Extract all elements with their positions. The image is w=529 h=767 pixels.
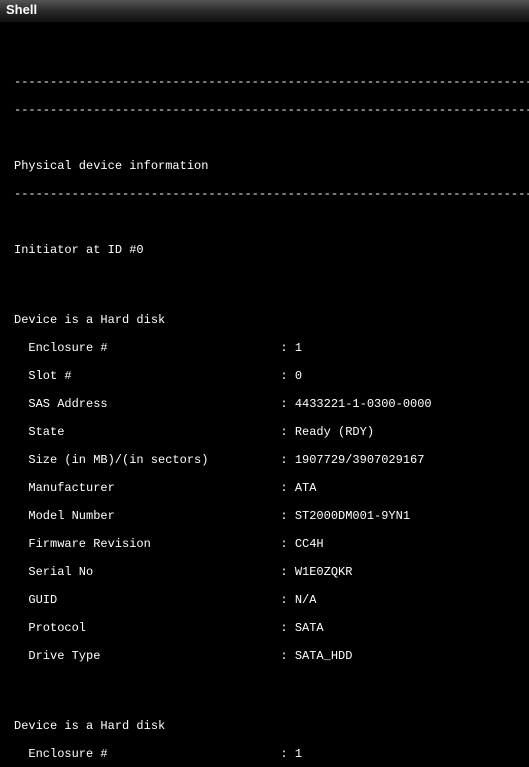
field-sep: : xyxy=(280,369,294,383)
field-label: Protocol xyxy=(28,621,280,635)
field-label: Enclosure # xyxy=(28,747,280,761)
window-title: Shell xyxy=(6,2,37,17)
section-heading: Physical device information xyxy=(14,159,515,173)
field-sep: : xyxy=(280,341,294,355)
hr-line: ----------------------------------------… xyxy=(14,75,515,89)
field-label: Model Number xyxy=(28,509,280,523)
table-row: SAS Address: 4433221-1-0300-0000 xyxy=(14,397,515,411)
field-value: 4433221-1-0300-0000 xyxy=(295,397,432,411)
field-label: Serial No xyxy=(28,565,280,579)
hr-line: ----------------------------------------… xyxy=(14,187,515,201)
field-label: State xyxy=(28,425,280,439)
field-value: CC4H xyxy=(295,537,324,551)
table-row: Protocol: SATA xyxy=(14,621,515,635)
field-label: Firmware Revision xyxy=(28,537,280,551)
field-sep: : xyxy=(280,425,294,439)
field-sep: : xyxy=(280,397,294,411)
field-value: 1 xyxy=(295,341,302,355)
field-value: SATA xyxy=(295,621,324,635)
device-heading: Device is a Hard disk xyxy=(14,719,515,733)
field-label: GUID xyxy=(28,593,280,607)
field-sep: : xyxy=(280,649,294,663)
field-sep: : xyxy=(280,621,294,635)
field-value: W1E0ZQKR xyxy=(295,565,353,579)
window-titlebar: Shell xyxy=(0,0,529,23)
table-row: GUID: N/A xyxy=(14,593,515,607)
table-row: Size (in MB)/(in sectors): 1907729/39070… xyxy=(14,453,515,467)
field-value: ST2000DM001-9YN1 xyxy=(295,509,410,523)
field-label: Manufacturer xyxy=(28,481,280,495)
field-sep: : xyxy=(280,481,294,495)
field-value: ATA xyxy=(295,481,317,495)
field-label: SAS Address xyxy=(28,397,280,411)
table-row: State: Ready (RDY) xyxy=(14,425,515,439)
field-value: N/A xyxy=(295,593,317,607)
table-row: Model Number: ST2000DM001-9YN1 xyxy=(14,509,515,523)
table-row: Firmware Revision: CC4H xyxy=(14,537,515,551)
field-sep: : xyxy=(280,593,294,607)
field-value: 0 xyxy=(295,369,302,383)
field-sep: : xyxy=(280,453,294,467)
field-label: Slot # xyxy=(28,369,280,383)
hr-line: ----------------------------------------… xyxy=(14,103,515,117)
table-row: Manufacturer: ATA xyxy=(14,481,515,495)
table-row: Drive Type: SATA_HDD xyxy=(14,649,515,663)
initiator-line: Initiator at ID #0 xyxy=(14,243,515,257)
table-row: Serial No: W1E0ZQKR xyxy=(14,565,515,579)
field-value: 1 xyxy=(295,747,302,761)
table-row: Enclosure #: 1 xyxy=(14,341,515,355)
field-value: SATA_HDD xyxy=(295,649,353,663)
field-value: Ready (RDY) xyxy=(295,425,374,439)
field-sep: : xyxy=(280,537,294,551)
field-sep: : xyxy=(280,565,294,579)
field-sep: : xyxy=(280,509,294,523)
field-label: Size (in MB)/(in sectors) xyxy=(28,453,280,467)
terminal-output: ----------------------------------------… xyxy=(0,23,529,767)
field-value: 1907729/3907029167 xyxy=(295,453,425,467)
table-row: Slot #: 0 xyxy=(14,369,515,383)
device-heading: Device is a Hard disk xyxy=(14,313,515,327)
field-label: Enclosure # xyxy=(28,341,280,355)
field-sep: : xyxy=(280,747,294,761)
table-row: Enclosure #: 1 xyxy=(14,747,515,761)
field-label: Drive Type xyxy=(28,649,280,663)
